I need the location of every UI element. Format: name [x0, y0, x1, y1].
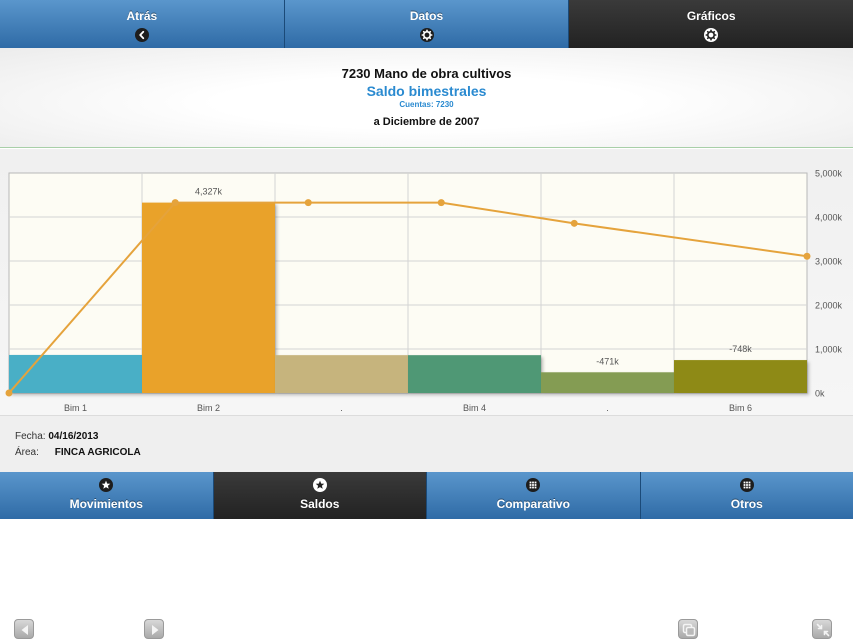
area-label: Área:	[15, 447, 39, 458]
info-panel: Fecha: 04/16/2013 Área: FINCA AGRICOLA	[0, 415, 853, 472]
line-point	[304, 199, 312, 207]
next-button[interactable]	[144, 619, 164, 639]
bar	[674, 360, 807, 393]
report-header: 7230 Mano de obra cultivos Saldo bimestr…	[0, 48, 853, 148]
star-icon	[312, 478, 327, 492]
top-nav: Atrás Datos Gráficos	[0, 0, 853, 48]
line-point	[5, 389, 13, 397]
area-value: FINCA AGRICOLA	[54, 447, 141, 458]
y-tick-label: 3,000k	[815, 257, 843, 267]
tab-movimientos[interactable]: Movimientos	[0, 472, 214, 519]
report-subtitle: Saldo bimestrales	[366, 83, 487, 99]
tab-saldos-label: Saldos	[300, 497, 340, 511]
gear-icon	[419, 28, 434, 42]
arrow-left-icon	[134, 28, 149, 42]
tab-otros[interactable]: Otros	[640, 472, 853, 519]
line-point	[437, 199, 445, 207]
bar	[541, 372, 674, 393]
fecha-label: Fecha:	[15, 431, 46, 442]
x-tick-label: Bim 4	[463, 403, 486, 413]
area-row: Área: FINCA AGRICOLA	[15, 447, 141, 458]
y-tick-label: 2,000k	[815, 301, 843, 311]
tab-comparativo-label: Comparativo	[496, 497, 570, 511]
bar	[142, 202, 275, 393]
fullscreen-button[interactable]	[812, 619, 832, 639]
bar-line-chart: 0k 1,000k 2,000k 3,000k 4,000k 5,000k Bim 1 4,3…	[5, 169, 843, 413]
chart-area: 0k 1,000k 2,000k 3,000k 4,000k 5,000k Bim 1 4,3…	[0, 149, 853, 415]
tab-movimientos-label: Movimientos	[69, 497, 143, 511]
tab-atras-label: Atrás	[126, 9, 158, 23]
tab-graficos[interactable]: Gráficos	[569, 0, 853, 48]
gear-icon	[704, 28, 719, 42]
bar-data-label: -471k	[596, 356, 619, 366]
collapse-icon	[816, 623, 830, 637]
bar-data-label: 4,327k	[195, 187, 223, 197]
star-icon	[99, 478, 114, 492]
tab-atras[interactable]: Atrás	[0, 0, 285, 48]
x-tick-label: Bim 2	[197, 403, 220, 413]
bar	[408, 355, 541, 393]
grid-icon	[526, 478, 541, 492]
report-date: a Diciembre de 2007	[373, 116, 480, 128]
x-tick-label: Bim 1	[64, 403, 87, 413]
x-tick-label: .	[340, 403, 343, 413]
grid-icon	[739, 478, 754, 492]
triangle-left-icon	[21, 625, 28, 635]
fecha-row: Fecha: 04/16/2013	[15, 431, 98, 442]
y-tick-label: 1,000k	[815, 345, 843, 355]
bar	[275, 355, 408, 393]
y-tick-label: 5,000k	[815, 169, 843, 179]
y-tick-label: 4,000k	[815, 213, 843, 223]
previous-button[interactable]	[14, 619, 34, 639]
tab-datos[interactable]: Datos	[284, 0, 570, 48]
fecha-value: 04/16/2013	[48, 431, 99, 442]
x-tick-label: .	[606, 403, 609, 413]
tab-saldos[interactable]: Saldos	[213, 472, 427, 519]
x-tick-label: Bim 6	[729, 403, 752, 413]
report-accounts: Cuentas: 7230	[399, 100, 454, 109]
tab-comparativo[interactable]: Comparativo	[427, 472, 641, 519]
line-point	[803, 252, 811, 260]
copy-icon	[682, 623, 696, 637]
copy-button[interactable]	[678, 619, 698, 639]
report-title: 7230 Mano de obra cultivos	[341, 66, 512, 81]
bar-data-label: -748k	[729, 344, 752, 354]
tab-datos-label: Datos	[409, 9, 444, 23]
bottom-nav: Movimientos Saldos Comparativo Otros	[0, 472, 853, 519]
line-point	[570, 219, 578, 227]
triangle-right-icon	[152, 625, 159, 635]
bar	[9, 354, 142, 393]
tab-graficos-label: Gráficos	[686, 9, 736, 23]
line-point	[171, 199, 179, 207]
y-tick-label: 0k	[815, 389, 825, 399]
tab-otros-label: Otros	[730, 497, 763, 511]
